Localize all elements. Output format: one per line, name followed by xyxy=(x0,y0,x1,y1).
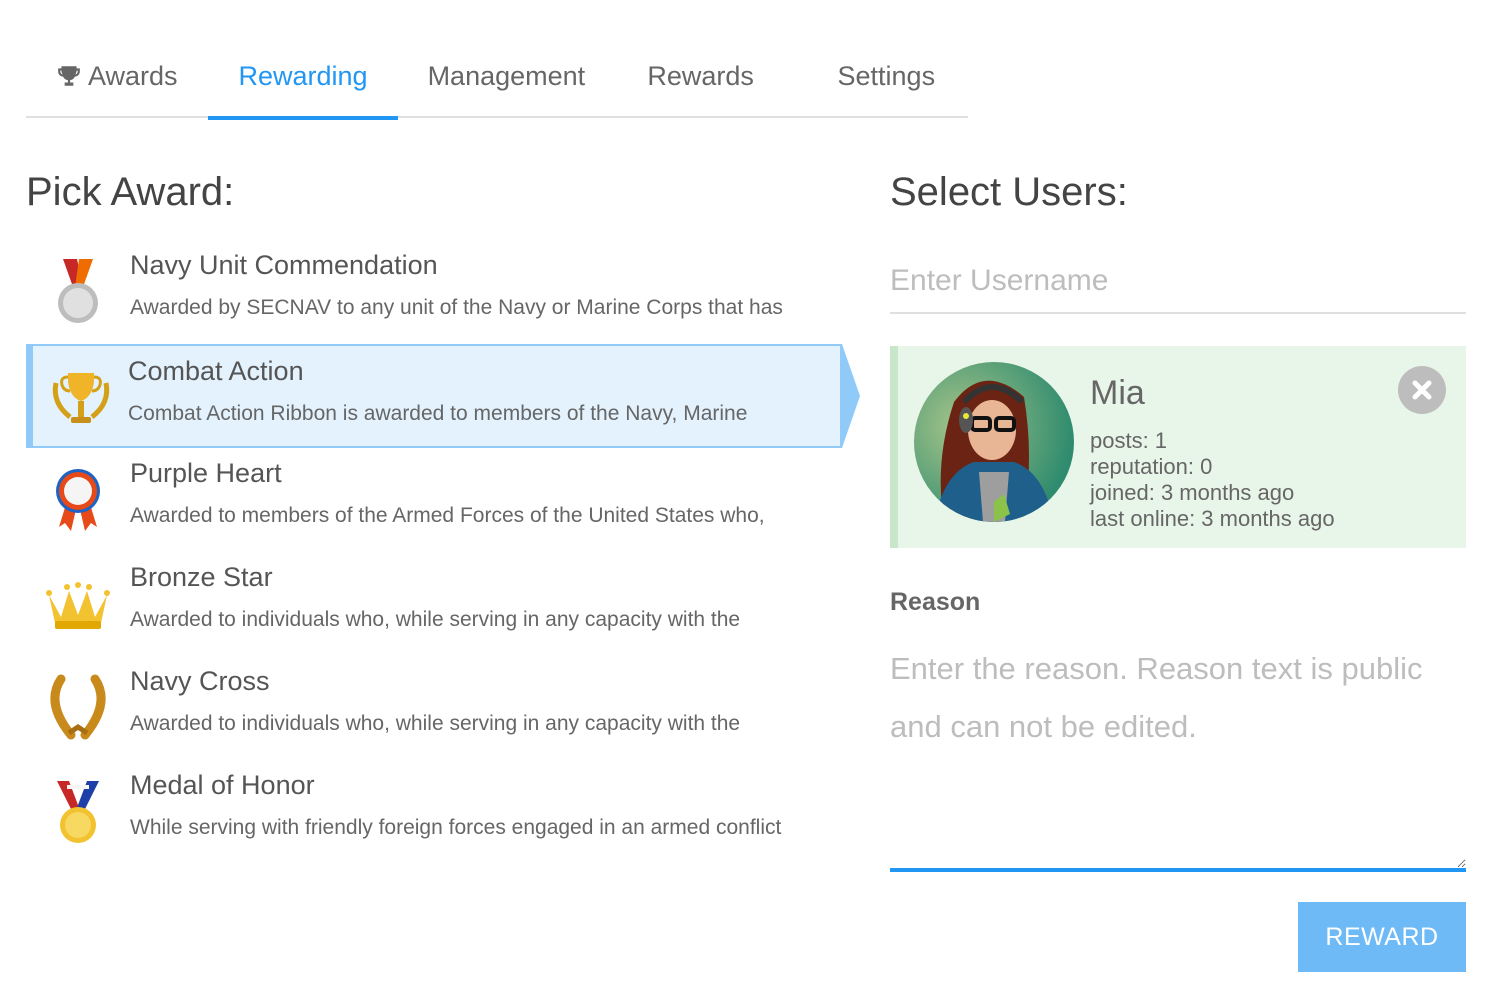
award-description: Awarded to individuals who, while servin… xyxy=(130,712,741,735)
user-joined: joined: 3 months ago xyxy=(1090,480,1295,505)
user-reputation: reputation: 0 xyxy=(1090,454,1213,479)
avatar xyxy=(914,362,1074,522)
tab-settings[interactable]: Settings xyxy=(808,34,968,118)
award-title: Navy Cross xyxy=(130,666,270,696)
user-name: Mia xyxy=(1090,374,1145,412)
tab-rewards[interactable]: Rewards xyxy=(617,34,807,118)
user-stats: posts: 1 reputation: 0 joined: 3 months … xyxy=(1090,428,1335,532)
tab-rewarding[interactable]: Rewarding xyxy=(208,34,398,120)
tab-label: Rewards xyxy=(647,60,754,91)
tab-label: Awards xyxy=(88,60,178,91)
award-description: Awarded by SECNAV to any unit of the Nav… xyxy=(130,296,783,319)
tab-awards[interactable]: Awards xyxy=(26,34,208,118)
award-item[interactable]: Navy Unit Commendation Awarded by SECNAV… xyxy=(26,240,860,344)
award-description: While serving with friendly foreign forc… xyxy=(130,816,782,839)
user-avatar-image xyxy=(914,362,1074,522)
award-item[interactable]: Navy Cross Awarded to individuals who, w… xyxy=(26,656,860,760)
award-title: Medal of Honor xyxy=(130,770,315,800)
award-title: Combat Action xyxy=(128,356,304,386)
pick-award-heading: Pick Award: xyxy=(26,170,235,214)
reason-textarea[interactable] xyxy=(890,640,1466,872)
close-icon xyxy=(1412,380,1432,400)
tab-management[interactable]: Management xyxy=(398,34,618,118)
award-title: Bronze Star xyxy=(130,562,273,592)
award-item[interactable]: Bronze Star Awarded to individuals who, … xyxy=(26,552,860,656)
gold-medal-icon xyxy=(57,781,99,843)
remove-user-button[interactable] xyxy=(1398,366,1446,414)
tab-bar: Awards Rewarding Management Rewards Sett… xyxy=(26,34,968,120)
tab-label: Management xyxy=(427,60,586,91)
rosette-ribbon-icon xyxy=(56,469,100,531)
selected-arrow-indicator xyxy=(842,344,860,448)
award-title: Navy Unit Commendation xyxy=(130,250,438,280)
award-item-selected[interactable]: Combat Action Combat Action Ribbon is aw… xyxy=(26,344,860,448)
tab-label: Rewarding xyxy=(238,60,368,91)
reward-button[interactable]: REWARD xyxy=(1298,902,1466,972)
tab-label: Settings xyxy=(837,60,936,91)
crown-icon xyxy=(46,582,110,629)
laurel-wreath-icon xyxy=(50,674,106,740)
award-title: Purple Heart xyxy=(130,458,282,488)
award-description: Awarded to individuals who, while servin… xyxy=(130,608,741,631)
select-users-heading: Select Users: xyxy=(890,170,1128,214)
award-description: Awarded to members of the Armed Forces o… xyxy=(130,504,765,527)
award-description: Combat Action Ribbon is awarded to membe… xyxy=(128,402,748,425)
award-list: Navy Unit Commendation Awarded by SECNAV… xyxy=(26,240,860,864)
selected-user-card: Mia posts: 1 reputation: 0 joined: 3 mon… xyxy=(890,346,1466,548)
silver-medal-icon xyxy=(58,259,98,323)
user-posts: posts: 1 xyxy=(1090,428,1168,453)
user-last-online: last online: 3 months ago xyxy=(1090,506,1335,531)
award-item[interactable]: Purple Heart Awarded to members of the A… xyxy=(26,448,860,552)
gold-trophy-icon xyxy=(52,373,109,423)
username-input[interactable] xyxy=(890,250,1466,314)
trophy-icon xyxy=(58,66,80,86)
award-item[interactable]: Medal of Honor While serving with friend… xyxy=(26,760,860,864)
reason-label: Reason xyxy=(890,588,981,616)
